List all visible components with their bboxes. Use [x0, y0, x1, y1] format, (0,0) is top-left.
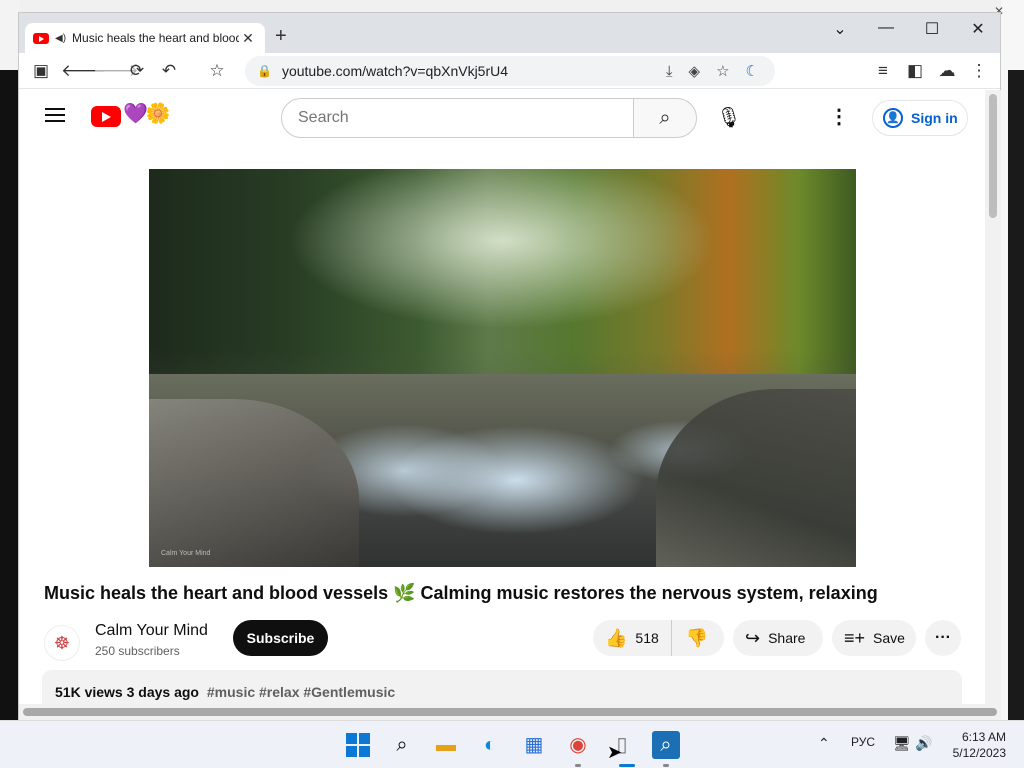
share-label: Share: [768, 630, 806, 646]
tray-chevron-up-icon[interactable]: ⌃: [818, 735, 830, 752]
like-button[interactable]: 👍 518: [593, 620, 672, 656]
language-indicator[interactable]: РУС: [851, 735, 875, 749]
background-window-edge: [0, 0, 20, 70]
new-tab-button[interactable]: +: [275, 25, 287, 48]
tab-strip: ◀) Music heals the heart and blood ✕ + ⌄…: [19, 13, 1000, 53]
youtube-favicon-icon: [33, 32, 49, 44]
channel-avatar[interactable]: ☸: [44, 625, 80, 661]
more-actions-button[interactable]: ···: [925, 620, 961, 656]
reading-list-icon[interactable]: ≡: [871, 59, 895, 83]
search-icon[interactable]: ⌕: [633, 98, 697, 138]
save-button[interactable]: ≡+ Save: [832, 620, 916, 656]
like-icon: 👍: [605, 627, 628, 648]
forward-icon[interactable]: 🡒: [93, 59, 139, 83]
mic-icon[interactable]: 🎙: [709, 98, 749, 138]
minimize-button[interactable]: —: [863, 19, 909, 37]
mouse-cursor-icon: ➤: [607, 742, 623, 762]
channel-name[interactable]: Calm Your Mind: [95, 622, 208, 640]
network-icon[interactable]: 🖥: [893, 735, 911, 752]
browser-menu-icon[interactable]: ⋮: [967, 59, 991, 83]
url-text[interactable]: youtube.com/watch?v=qbXnVkj5rU4: [282, 63, 666, 79]
youtube-page: 💜🌼 ⌕ 🎙 ⋮ 👤 Sign in Calm Your Mind Music …: [19, 90, 985, 704]
tab-title: Music heals the heart and blood: [72, 31, 239, 45]
subscribe-button[interactable]: Subscribe: [233, 620, 328, 656]
youtube-logo-icon[interactable]: [91, 106, 121, 127]
edge-browser-icon[interactable]: ◐: [476, 731, 504, 759]
hashtags[interactable]: #music #relax #Gentlemusic: [207, 684, 395, 700]
browser-window: ◀) Music heals the heart and blood ✕ + ⌄…: [18, 12, 1001, 720]
sign-in-button[interactable]: 👤 Sign in: [872, 100, 968, 136]
tab-close-icon[interactable]: ✕: [239, 30, 257, 47]
save-label: Save: [873, 630, 905, 646]
volume-icon[interactable]: 🔊: [915, 735, 932, 752]
windows-start-icon[interactable]: [344, 731, 372, 759]
video-watermark: Calm Your Mind: [161, 550, 211, 557]
taskbar-search-icon[interactable]: ⌕: [388, 731, 416, 759]
clock-date: 5/12/2023: [952, 746, 1006, 760]
vertical-scroll-thumb[interactable]: [989, 94, 997, 218]
horizontal-scroll-thumb[interactable]: [23, 708, 997, 716]
background-window-dark: [1008, 70, 1024, 720]
close-window-button[interactable]: ✕: [955, 19, 1001, 39]
maximize-button[interactable]: ☐: [909, 19, 955, 39]
undo-icon[interactable]: ↶: [157, 59, 181, 83]
tab-youtube[interactable]: ◀) Music heals the heart and blood ✕: [25, 23, 265, 53]
more-options-icon[interactable]: ⋮: [829, 104, 849, 129]
account-icon: 👤: [883, 108, 903, 128]
upload-age: 3 days ago: [126, 684, 199, 700]
browser-toolbar: ▣ 🡐 🡒 ⟳ ↶ ☆ 🔒 youtube.com/watch?v=qbXnVk…: [19, 53, 1000, 89]
install-app-icon[interactable]: ⤓: [666, 63, 673, 80]
description-box[interactable]: 51K views 3 days ago #music #relax #Gent…: [42, 670, 962, 704]
cloud-upload-icon[interactable]: ☁: [935, 59, 959, 83]
youtube-doodle-icon[interactable]: 💜🌼: [123, 101, 171, 126]
active-app-indicator: [619, 764, 635, 767]
bookmark-star-outline-icon[interactable]: ☆: [205, 59, 229, 83]
address-bar[interactable]: 🔒 youtube.com/watch?v=qbXnVkj5rU4 ⤓ ◈ ☆ …: [245, 56, 775, 86]
like-count: 518: [635, 630, 659, 646]
video-title: Music heals the heart and blood vessels …: [44, 583, 878, 603]
taskbar: ⌕ ▬ ◐ ▦ ◉ ▯ ⌕ ⌃ РУС 🖥 🔊 6:13 AM 5/12/202…: [0, 720, 1024, 768]
like-dislike-group: 👍 518 👎: [593, 620, 724, 656]
tab-search-button[interactable]: ⌄: [817, 19, 863, 39]
moon-icon[interactable]: ☾: [746, 62, 759, 80]
file-explorer-icon[interactable]: ▬: [432, 731, 460, 759]
horizontal-scrollbar[interactable]: [19, 704, 1001, 720]
desktop-background-left: [0, 0, 18, 720]
magnifier-running-indicator: [663, 764, 669, 767]
desktop-background-top: [0, 0, 1024, 12]
hamburger-menu-icon[interactable]: [45, 108, 65, 122]
sign-in-label: Sign in: [911, 110, 958, 126]
save-icon: ≡+: [844, 627, 866, 648]
search-input[interactable]: [281, 98, 634, 138]
subscriber-count: 250 subscribers: [95, 644, 180, 658]
reload-icon[interactable]: ⟳: [125, 59, 149, 83]
chrome-running-indicator: [575, 764, 581, 767]
system-clock[interactable]: 6:13 AM 5/12/2023: [942, 729, 1006, 761]
star-icon[interactable]: ☆: [716, 62, 729, 80]
view-count: 51K views: [55, 684, 123, 700]
back-icon[interactable]: 🡐: [61, 59, 107, 83]
chrome-browser-icon[interactable]: ◉: [564, 731, 592, 759]
share-icon: ↪: [745, 627, 761, 648]
clock-time: 6:13 AM: [961, 730, 1006, 744]
microsoft-store-icon[interactable]: ▦: [520, 731, 548, 759]
video-player[interactable]: Calm Your Mind: [149, 169, 856, 567]
share-button[interactable]: ↪ Share: [733, 620, 823, 656]
side-panel-icon[interactable]: ◧: [903, 59, 927, 83]
audio-playing-icon[interactable]: ◀): [55, 33, 66, 44]
dislike-icon[interactable]: 👎: [672, 628, 708, 649]
sidebar-app-icon[interactable]: ▣: [29, 59, 53, 83]
magnifier-app-icon[interactable]: ⌕: [652, 731, 680, 759]
vertical-scrollbar[interactable]: [985, 90, 1001, 704]
lock-icon[interactable]: 🔒: [257, 64, 272, 78]
extension-layers-icon[interactable]: ◈: [689, 62, 701, 80]
